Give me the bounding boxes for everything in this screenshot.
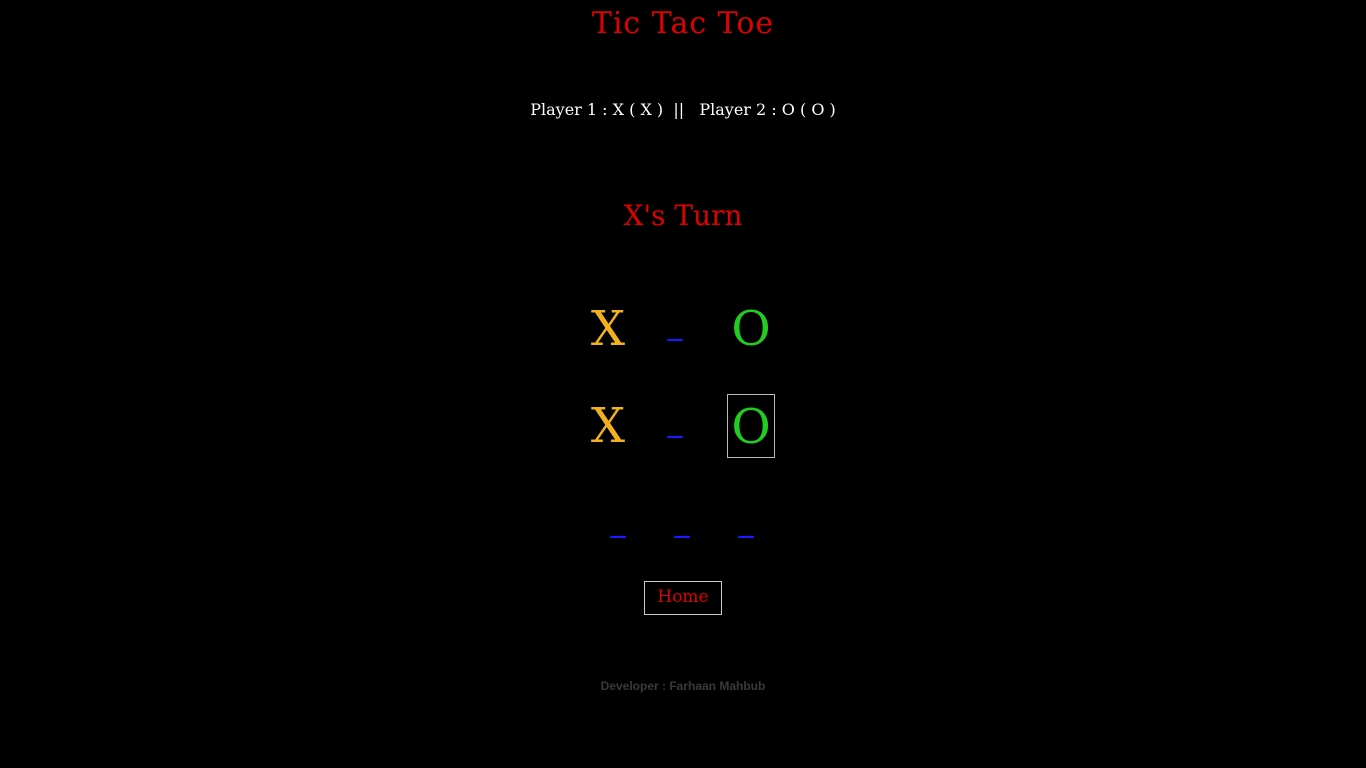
board-cell-4[interactable]: X bbox=[584, 394, 632, 458]
cell-mark: _ bbox=[610, 504, 626, 539]
developer-credit: Developer : Farhaan Mahbub bbox=[600, 679, 766, 693]
home-button[interactable]: Home bbox=[644, 581, 722, 615]
board-cell-3[interactable]: O bbox=[727, 297, 775, 361]
board-cell-2[interactable]: _ bbox=[651, 297, 699, 361]
board-cell-8[interactable]: _ bbox=[658, 494, 706, 558]
cell-mark: _ bbox=[667, 307, 683, 342]
game-page: Tic Tac Toe Player 1 : X ( X ) || Player… bbox=[0, 0, 1366, 768]
board-cell-7[interactable]: _ bbox=[594, 494, 642, 558]
cell-mark: _ bbox=[738, 504, 754, 539]
board-cell-5[interactable]: _ bbox=[651, 394, 699, 458]
cell-mark: O bbox=[731, 301, 771, 357]
board-cell-1[interactable]: X bbox=[584, 297, 632, 361]
cell-mark: X bbox=[590, 398, 626, 454]
game-board: X _ O X _ O _ _ _ bbox=[0, 0, 1366, 768]
cell-mark: _ bbox=[674, 504, 690, 539]
board-cell-9[interactable]: _ bbox=[722, 494, 770, 558]
cell-mark: _ bbox=[667, 404, 683, 439]
cell-mark: X bbox=[590, 301, 626, 357]
cell-mark: O bbox=[731, 399, 771, 455]
board-cell-6[interactable]: O bbox=[727, 394, 775, 458]
